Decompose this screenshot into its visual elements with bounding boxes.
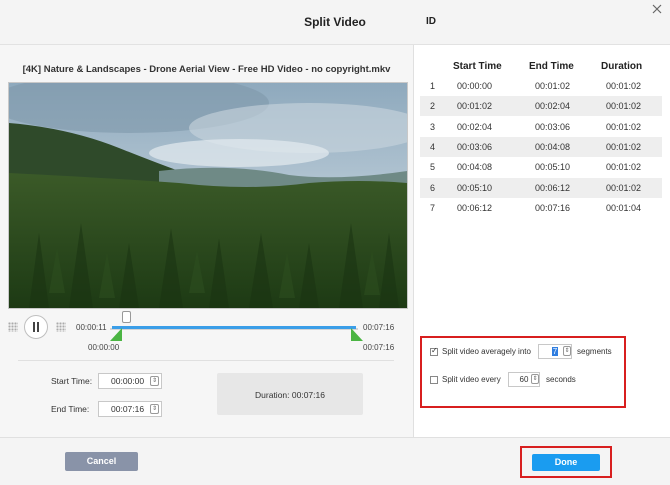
- close-icon[interactable]: [650, 2, 664, 16]
- seconds-stepper[interactable]: ⇕: [531, 374, 539, 384]
- start-time-input[interactable]: 00:00:00 ⇕: [98, 373, 162, 389]
- cell-duration: 00:01:02: [606, 81, 642, 91]
- duration-text: Duration: 00:07:16: [217, 390, 363, 400]
- cell-duration: 00:01:02: [606, 182, 642, 193]
- split-every-label: Split video every: [442, 375, 501, 384]
- table-row[interactable]: 2 00:01:02 00:02:04 00:01:02: [420, 96, 662, 117]
- dialog-title: Split Video: [304, 15, 366, 29]
- cell-end: 00:06:12: [535, 182, 571, 193]
- end-time-input[interactable]: 00:07:16 ⇕: [98, 401, 162, 417]
- split-averagely-checkbox[interactable]: [430, 346, 438, 356]
- cell-id: 7: [430, 202, 436, 213]
- dialog-titlebar: Split Video: [0, 0, 670, 45]
- duration-label: Duration:: [255, 390, 290, 400]
- cell-end: 00:04:08: [535, 141, 571, 152]
- selected-range-bar[interactable]: [112, 326, 356, 329]
- cell-start: 00:04:08: [457, 162, 493, 173]
- video-filename: [4K] Nature & Landscapes - Drone Aerial …: [22, 64, 391, 75]
- col-header-end: End Time: [529, 61, 574, 72]
- cell-start: 00:02:04: [457, 121, 493, 132]
- range-end-time-secondary: 00:07:16: [363, 343, 395, 352]
- end-time-label: End Time:: [51, 404, 90, 414]
- frame-step-back-icon[interactable]: [8, 322, 18, 332]
- table-row[interactable]: 4 00:03:06 00:04:08 00:01:02: [420, 136, 662, 157]
- cell-duration: 00:01:02: [606, 101, 642, 112]
- cell-start: 00:01:02: [457, 101, 493, 112]
- start-time-label: Start Time:: [51, 376, 93, 386]
- cell-start: 00:00:00: [457, 81, 493, 91]
- cell-end: 00:05:10: [535, 162, 571, 173]
- current-time: 00:00:11: [76, 323, 107, 332]
- cell-id: 5: [430, 162, 436, 173]
- table-row[interactable]: 7 00:06:12 00:07:16 00:01:04: [420, 198, 662, 218]
- split-options-highlight: Split video averagely into 7 ⇕ segments …: [420, 336, 626, 408]
- cell-end: 00:01:02: [535, 81, 571, 91]
- cell-start: 00:03:06: [457, 141, 493, 152]
- split-averagely-label: Split video averagely into: [442, 347, 531, 356]
- done-button[interactable]: Done: [532, 454, 600, 471]
- split-every-checkbox[interactable]: [430, 376, 438, 384]
- table-row[interactable]: 3 00:02:04 00:03:06 00:01:02: [420, 117, 662, 137]
- cell-id: 3: [430, 121, 436, 132]
- duration-value: 00:07:16: [291, 390, 325, 400]
- seconds-label: seconds: [546, 375, 576, 384]
- done-highlight: Done: [520, 446, 612, 478]
- start-time-value: 00:00:00: [111, 376, 145, 386]
- cell-end: 00:07:16: [535, 202, 571, 213]
- segments-count-value: 7: [551, 347, 559, 356]
- cell-id: 4: [430, 141, 436, 152]
- segments-count-stepper[interactable]: ⇕: [563, 346, 571, 356]
- cell-start: 00:05:10: [457, 182, 493, 193]
- cell-duration: 00:01:02: [606, 141, 642, 152]
- range-start-time: 00:00:00: [88, 343, 120, 352]
- cell-id: 6: [430, 182, 436, 193]
- cell-duration: 00:01:02: [606, 162, 642, 173]
- pause-button[interactable]: [24, 315, 48, 339]
- playhead-handle[interactable]: [122, 311, 131, 323]
- col-header-start: Start Time: [453, 61, 502, 72]
- cell-id: 1: [430, 81, 436, 91]
- divider: [18, 360, 394, 361]
- table-row[interactable]: 1 00:00:00 00:01:02 00:01:02: [420, 76, 662, 96]
- range-end-time: 00:07:16: [363, 323, 395, 332]
- seconds-value: 60: [519, 375, 529, 384]
- cancel-button[interactable]: Cancel: [65, 452, 138, 471]
- col-header-id: ID: [426, 16, 436, 27]
- dialog-footer: Cancel Done: [0, 437, 670, 485]
- table-row[interactable]: 5 00:04:08 00:05:10 00:01:02: [420, 157, 662, 177]
- start-time-stepper[interactable]: ⇕: [150, 376, 159, 386]
- video-preview[interactable]: [8, 82, 408, 309]
- end-time-stepper[interactable]: ⇕: [150, 404, 159, 414]
- video-frame-image: [9, 83, 407, 308]
- table-row[interactable]: 6 00:05:10 00:06:12 00:01:02: [420, 177, 662, 198]
- frame-step-forward-icon[interactable]: [56, 322, 66, 332]
- duration-box: Duration: 00:07:16: [217, 373, 363, 415]
- segments-label: segments: [577, 347, 612, 356]
- preview-panel: [4K] Nature & Landscapes - Drone Aerial …: [0, 45, 414, 437]
- cell-duration: 00:01:02: [606, 121, 642, 132]
- cell-id: 2: [430, 101, 436, 112]
- cell-end: 00:02:04: [535, 101, 571, 112]
- cell-start: 00:06:12: [457, 202, 493, 213]
- cell-duration: 00:01:04: [606, 202, 642, 213]
- end-time-value: 00:07:16: [111, 404, 145, 414]
- col-header-duration: Duration: [601, 61, 643, 72]
- cell-end: 00:03:06: [535, 121, 571, 132]
